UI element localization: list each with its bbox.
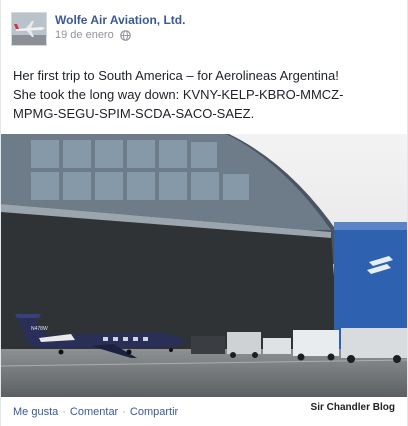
- share-link[interactable]: Compartir: [130, 406, 178, 418]
- action-separator: ·: [122, 406, 126, 418]
- message-line: She took the long way down: KVNY-KELP-KB…: [13, 87, 344, 102]
- message-line: Her first trip to South America – for Ae…: [13, 68, 339, 83]
- post-actions: Me gusta · Comentar · Compartir: [13, 406, 178, 418]
- post-message: Her first trip to South America – for Ae…: [13, 66, 399, 123]
- avatar-airplane-image: [12, 13, 46, 45]
- post-date[interactable]: 19 de enero: [55, 29, 114, 41]
- globe-icon[interactable]: [119, 29, 131, 41]
- post-photo[interactable]: N478W: [1, 134, 407, 397]
- post-header: Wolfe Air Aviation, Ltd. 19 de enero: [11, 12, 401, 48]
- blog-watermark: Sir Chandler Blog: [310, 402, 395, 413]
- like-link[interactable]: Me gusta: [13, 406, 58, 418]
- hangar-jet-image: N478W: [1, 134, 407, 397]
- comment-link[interactable]: Comentar: [70, 406, 118, 418]
- post-author[interactable]: Wolfe Air Aviation, Ltd.: [55, 13, 185, 27]
- message-line: MPMG-SEGU-SPIM-SCDA-SACO-SAEZ.: [13, 106, 255, 121]
- svg-text:N478W: N478W: [31, 326, 48, 332]
- facebook-post: Wolfe Air Aviation, Ltd. 19 de enero Her…: [0, 0, 408, 426]
- page-avatar[interactable]: [11, 12, 47, 46]
- post-meta: 19 de enero: [55, 29, 131, 41]
- action-separator: ·: [62, 406, 66, 418]
